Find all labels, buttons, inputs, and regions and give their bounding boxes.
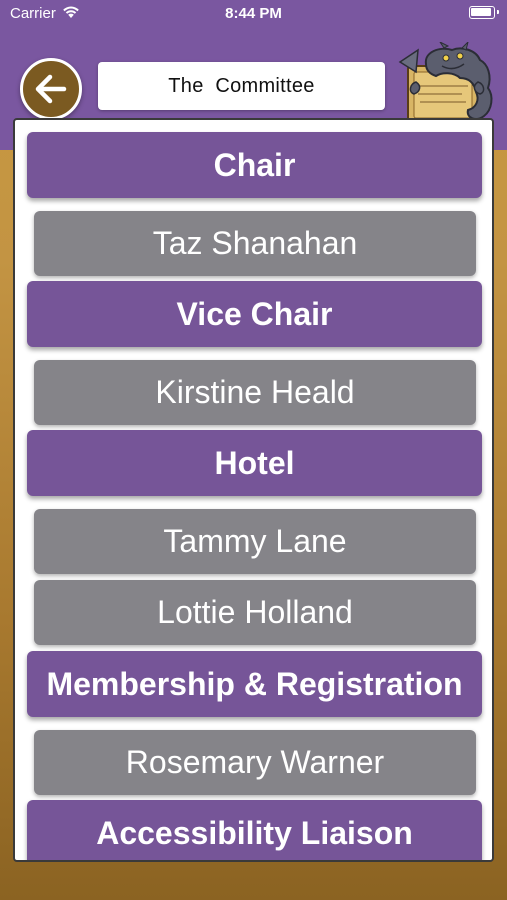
role-header[interactable]: Vice Chair: [27, 281, 482, 347]
committee-member-row[interactable]: Lottie Holland: [34, 580, 476, 645]
committee-member-row[interactable]: Taz Shanahan: [34, 211, 476, 276]
dragon-mascot-logo: [398, 42, 493, 125]
back-button[interactable]: [20, 58, 82, 120]
clock: 8:44 PM: [225, 5, 282, 22]
role-header[interactable]: Membership & Registration: [27, 651, 482, 717]
committee-list[interactable]: Chair Taz Shanahan Vice Chair Kirstine Heal…: [13, 118, 494, 862]
arrow-left-icon: [35, 74, 67, 104]
committee-member-row[interactable]: Tammy Lane: [34, 509, 476, 574]
committee-list-content: Chair Taz Shanahan Vice Chair Kirstine Heal…: [15, 120, 492, 860]
status-bar: Carrier 8:44 PM: [0, 0, 507, 28]
role-header[interactable]: Accessibility Liaison: [27, 800, 482, 860]
battery-icon: [469, 6, 499, 19]
role-header[interactable]: Hotel: [27, 430, 482, 496]
committee-member-row[interactable]: Rosemary Warner: [34, 730, 476, 795]
page-title: The Committee: [98, 62, 385, 110]
committee-member-row[interactable]: Kirstine Heald: [34, 360, 476, 425]
role-header[interactable]: Chair: [27, 132, 482, 198]
